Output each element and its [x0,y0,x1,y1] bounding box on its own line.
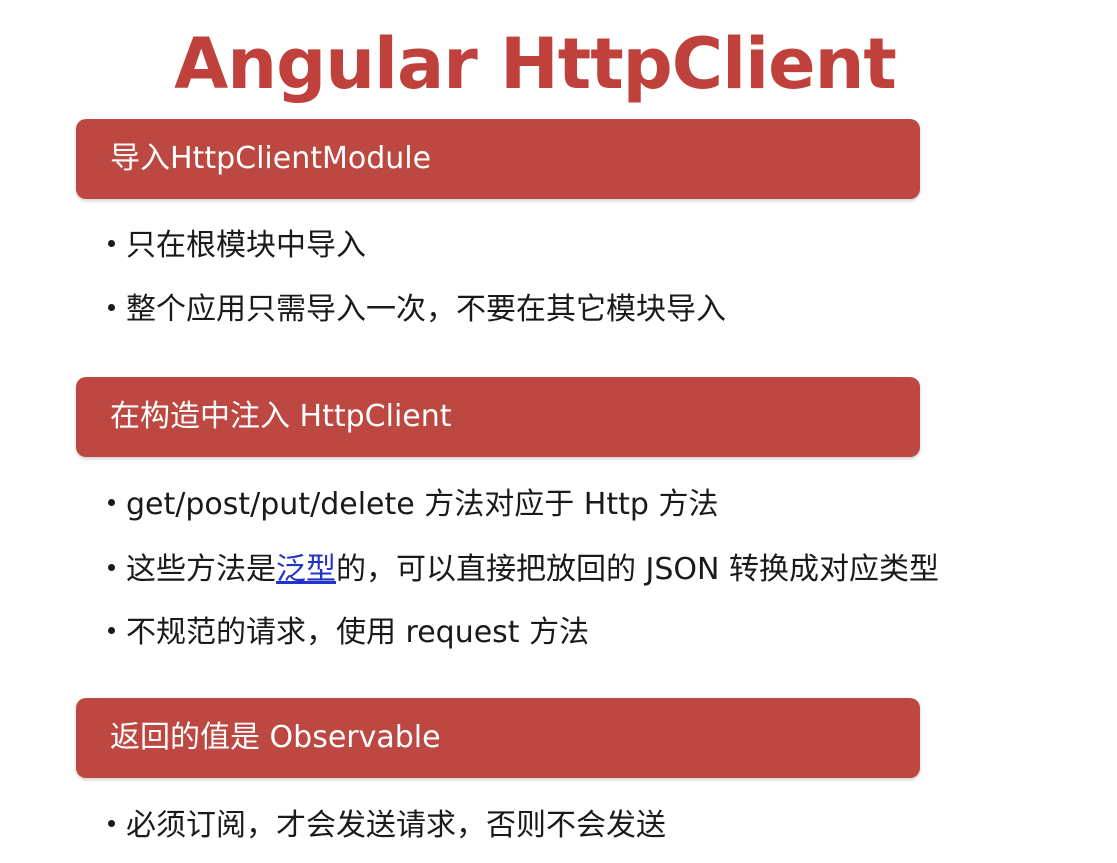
bullet-dot-icon [108,627,115,634]
bullet-text: 不规范的请求，使用 request 方法 [126,615,590,650]
bullet-dot-icon [108,304,115,311]
bullet-item: 只在根模块中导入 [108,226,366,266]
section-header-observable: 返回的值是 Observable [76,698,920,778]
bullet-item: 整个应用只需导入一次，不要在其它模块导入 [108,290,726,330]
section-header-import-module: 导入HttpClientModule [76,119,920,199]
bullet-dot-icon [108,499,115,506]
generics-link[interactable]: 泛型 [276,552,336,587]
bullet-dot-icon [108,240,115,247]
bullet-text: get/post/put/delete 方法对应于 Http 方法 [126,487,719,522]
bullet-item: get/post/put/delete 方法对应于 Http 方法 [108,485,718,525]
bullet-text-before-link: 这些方法是 [126,552,276,587]
slide: Angular HttpClient 导入HttpClientModule 只在… [0,0,1117,863]
bullet-item: 必须订阅，才会发送请求，否则不会发送 [108,806,666,846]
bullet-dot-icon [108,820,115,827]
bullet-dot-icon [108,564,115,571]
bullet-text-after-link: 的，可以直接把放回的 JSON 转换成对应类型 [336,552,940,587]
bullet-text: 必须订阅，才会发送请求，否则不会发送 [126,808,666,843]
section-header-inject-httpclient: 在构造中注入 HttpClient [76,377,920,457]
bullet-text: 只在根模块中导入 [126,228,366,263]
slide-title: Angular HttpClient [174,23,897,105]
bullet-item: 不规范的请求，使用 request 方法 [108,613,589,653]
bullet-text: 整个应用只需导入一次，不要在其它模块导入 [126,292,726,327]
bullet-item: 这些方法是泛型的，可以直接把放回的 JSON 转换成对应类型 [108,550,939,590]
